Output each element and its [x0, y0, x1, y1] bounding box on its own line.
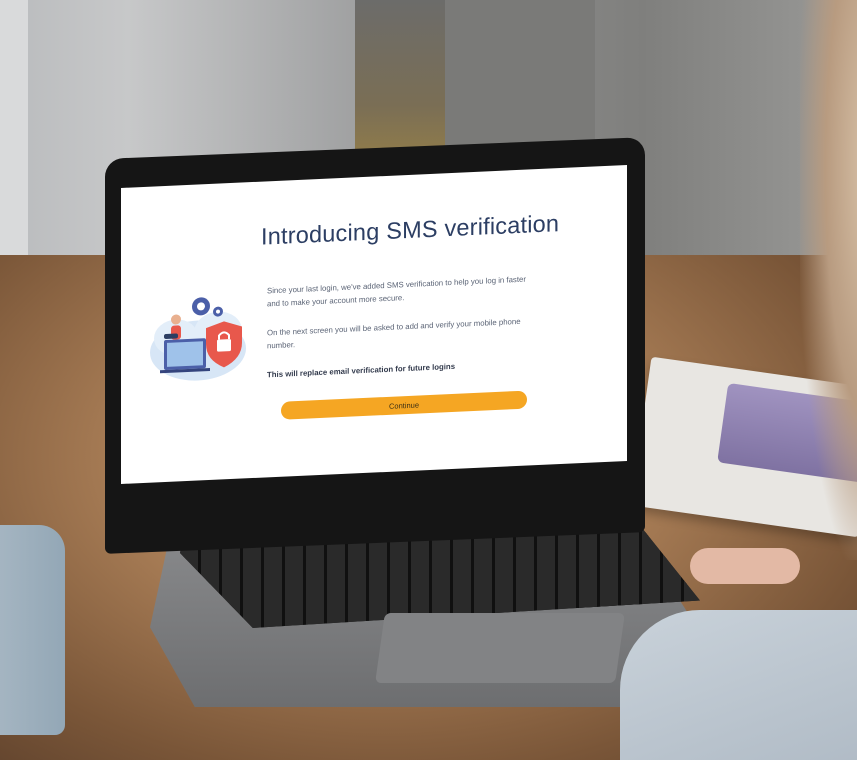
- person-hand: [690, 548, 800, 584]
- laptop-trackpad: [375, 613, 625, 683]
- background-pillar: [445, 0, 595, 160]
- instruction-paragraph: On the next screen you will be asked to …: [267, 316, 521, 350]
- page-title: Introducing SMS verification: [261, 210, 560, 250]
- person-head: [800, 0, 857, 560]
- photo-scene: Introducing SMS verification Since your …: [0, 0, 857, 760]
- continue-button[interactable]: Continue: [281, 390, 527, 420]
- coffee-mug: [0, 525, 65, 735]
- background-doorway: [355, 0, 445, 150]
- intro-paragraph: Since your last login, we've added SMS v…: [267, 274, 526, 308]
- notice-paragraph: This will replace email verification for…: [267, 361, 456, 380]
- security-illustration-icon: [150, 297, 246, 381]
- person-shoulder: [620, 610, 857, 760]
- laptop-screen: Introducing SMS verification Since your …: [121, 165, 627, 484]
